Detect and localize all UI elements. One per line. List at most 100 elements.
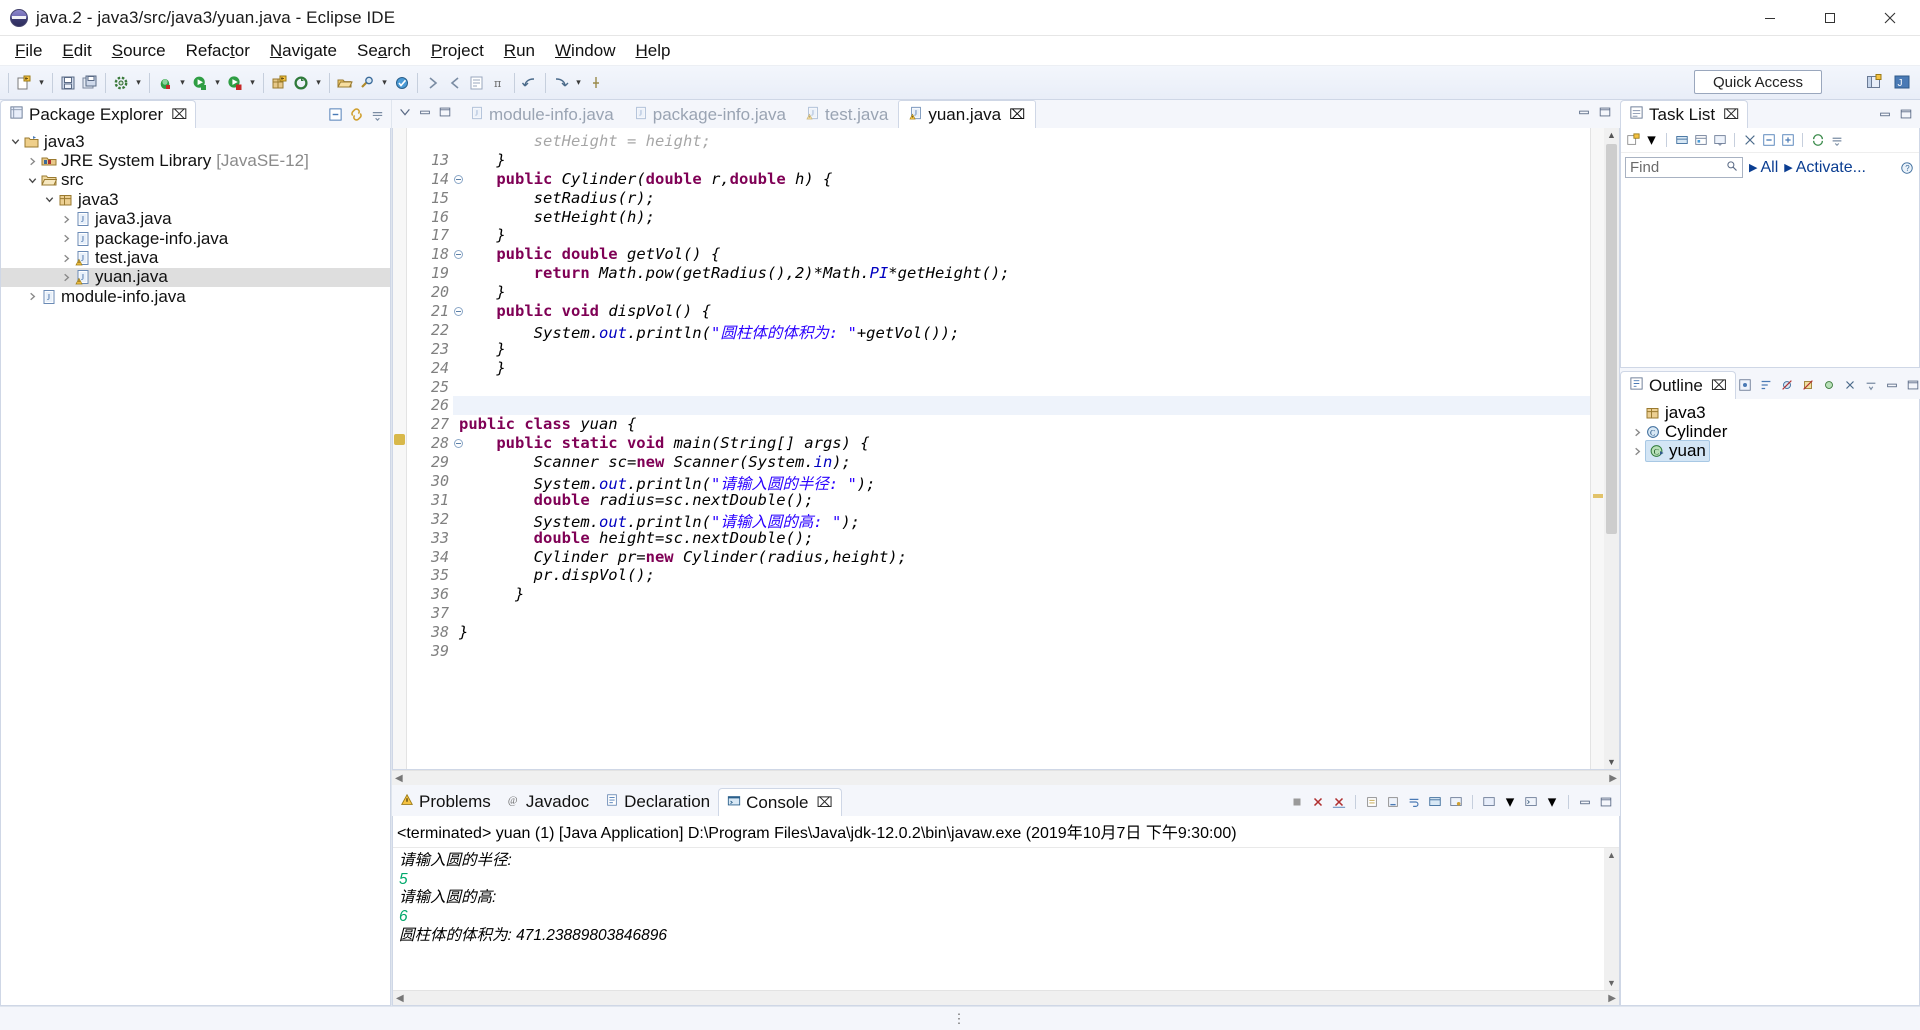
menu-help[interactable]: Help xyxy=(626,38,679,64)
run-coverage-dropdown-icon[interactable]: ▾ xyxy=(246,70,259,96)
code-line[interactable]: pr.dispVol(); xyxy=(453,566,1590,585)
code-line[interactable]: public double getVol() { xyxy=(453,245,1590,264)
search-icon[interactable] xyxy=(356,70,378,96)
code-line[interactable]: public static void main(String[] args) { xyxy=(453,434,1590,453)
tree-item-java3-java[interactable]: Jjava3.java xyxy=(1,209,390,229)
external-tools-dropdown-icon[interactable]: ▾ xyxy=(312,70,325,96)
outline-item-yuan[interactable]: Cyuan xyxy=(1621,440,1919,463)
code-editor[interactable]: 13 14 15 16 17 18 19 20 21 22 23 24 25 26 27 28 29 30 31 32… xyxy=(392,128,1620,770)
tree-item-jre-system-library[interactable]: JRE System Library [JavaSE-12] xyxy=(1,151,390,170)
remove-all-terminated-icon[interactable] xyxy=(1330,793,1348,811)
code-line[interactable]: } xyxy=(453,585,1590,604)
open-console-icon[interactable] xyxy=(1522,793,1540,811)
editor-tab-package-info-java[interactable]: Jpackage-info.java xyxy=(624,102,796,128)
chevron-right-icon[interactable] xyxy=(58,272,74,283)
focus-icon[interactable] xyxy=(1741,131,1758,149)
code-line[interactable]: double radius=sc.nextDouble(); xyxy=(453,491,1590,510)
show-console-on-output-icon[interactable] xyxy=(1426,793,1444,811)
code-line[interactable]: setHeight(h); xyxy=(453,208,1590,227)
menu-file[interactable]: File xyxy=(6,38,51,64)
menu-project[interactable]: Project xyxy=(422,38,493,64)
categorize-icon[interactable] xyxy=(1673,131,1690,149)
outline-item-java3[interactable]: java3 xyxy=(1621,403,1919,422)
chevron-down-icon[interactable] xyxy=(7,136,23,147)
search-icon[interactable] xyxy=(1726,159,1738,176)
terminate-icon[interactable] xyxy=(1288,793,1306,811)
hide-fields-icon[interactable] xyxy=(1778,376,1796,394)
outline-tree[interactable]: java3 C Cylinder Cyuan xyxy=(1620,399,1920,1006)
tree-item-module-info-java[interactable]: Jmodule-info.java xyxy=(1,287,390,306)
menu-search[interactable]: Search xyxy=(348,38,420,64)
bottom-tab-declaration[interactable]: Declaration xyxy=(597,788,718,816)
code-line[interactable]: } xyxy=(453,226,1590,245)
tree-item-java3[interactable]: java3 xyxy=(1,190,390,209)
scroll-lock-icon[interactable] xyxy=(1384,793,1402,811)
tree-item-java3[interactable]: java3 xyxy=(1,132,390,151)
code-line[interactable] xyxy=(453,378,1590,397)
minimize-icon[interactable] xyxy=(1876,105,1894,123)
display-selected-console-icon[interactable] xyxy=(1480,793,1498,811)
filter-all-button[interactable]: ▶ All xyxy=(1749,159,1778,177)
task-view-menu-icon[interactable] xyxy=(1828,131,1845,149)
previous-annotation-icon[interactable] xyxy=(444,70,466,96)
editor-horizontal-scrollbar[interactable]: ◀ ▶ xyxy=(392,770,1620,785)
maximize-icon[interactable] xyxy=(1904,376,1920,394)
quick-access-field[interactable]: Quick Access xyxy=(1694,70,1822,94)
build-icon[interactable] xyxy=(110,70,132,96)
package-explorer-tree[interactable]: java3 JRE System Library [JavaSE-12] src jav… xyxy=(0,128,391,1006)
close-icon[interactable]: ⌧ xyxy=(1723,106,1739,123)
minimize-icon[interactable] xyxy=(1883,376,1901,394)
new-wizard-dropdown-icon[interactable]: ▾ xyxy=(35,70,48,96)
maximize-icon[interactable] xyxy=(1897,105,1915,123)
tab-package-explorer[interactable]: Package Explorer ⌧ xyxy=(0,100,197,128)
code-line[interactable]: Scanner sc=new Scanner(System.in); xyxy=(453,453,1590,472)
open-task-icon[interactable] xyxy=(391,70,413,96)
back-icon[interactable] xyxy=(519,70,541,96)
next-annotation-icon[interactable] xyxy=(422,70,444,96)
new-task-dropdown-icon[interactable]: ▾ xyxy=(1643,130,1660,149)
code-line[interactable]: Cylinder pr=new Cylinder(radius,height); xyxy=(453,548,1590,567)
bottom-tab-console[interactable]: Console ⌧ xyxy=(718,788,842,816)
close-icon[interactable]: ⌧ xyxy=(171,106,187,123)
code-line[interactable]: } xyxy=(453,283,1590,302)
tab-task-list[interactable]: Task List ⌧ xyxy=(1620,100,1749,128)
editor-annotation-ruler[interactable] xyxy=(393,128,407,769)
open-console-dropdown-icon[interactable]: ▾ xyxy=(1543,792,1561,811)
editor-tab-test-java[interactable]: Jtest.java xyxy=(796,102,898,128)
minimize-button[interactable] xyxy=(1740,0,1800,36)
new-task-icon[interactable] xyxy=(1624,131,1641,149)
last-edit-location-icon[interactable] xyxy=(466,70,488,96)
code-line[interactable]: } xyxy=(453,623,1590,642)
synchronize-icon[interactable] xyxy=(1809,131,1826,149)
display-console-dropdown-icon[interactable]: ▾ xyxy=(1501,792,1519,811)
debug-icon[interactable] xyxy=(154,70,176,96)
run-dropdown-icon[interactable]: ▾ xyxy=(211,70,224,96)
outline-view-menu-icon[interactable] xyxy=(1862,376,1880,394)
menu-source[interactable]: Source xyxy=(103,38,175,64)
help-icon[interactable]: ? xyxy=(1898,159,1915,177)
new-java-package-icon[interactable] xyxy=(268,70,290,96)
chevron-right-icon[interactable] xyxy=(24,291,40,302)
search-input[interactable]: Find xyxy=(1625,157,1743,178)
overview-ruler[interactable] xyxy=(1590,128,1604,769)
sort-icon[interactable] xyxy=(1757,376,1775,394)
chevron-right-icon[interactable] xyxy=(24,156,40,167)
code-line[interactable]: } xyxy=(453,359,1590,378)
presentation-icon[interactable] xyxy=(1711,131,1728,149)
bottom-tab-problems[interactable]: Problems xyxy=(392,788,499,816)
clear-console-icon[interactable] xyxy=(1363,793,1381,811)
code-line[interactable]: System.out.println("圆柱体的体积为: "+getVol())… xyxy=(453,321,1590,342)
maximize-icon[interactable] xyxy=(438,104,452,124)
menu-navigate[interactable]: Navigate xyxy=(261,38,346,64)
run-icon[interactable] xyxy=(189,70,211,96)
schedule-icon[interactable] xyxy=(1692,131,1709,149)
view-menu-icon[interactable] xyxy=(398,104,412,124)
tree-item-src[interactable]: src xyxy=(1,170,390,190)
link-with-editor-icon[interactable] xyxy=(347,105,365,123)
code-text-area[interactable]: setHeight = height; } public Cylinder(do… xyxy=(453,128,1590,769)
code-line[interactable]: public void dispVol() { xyxy=(453,302,1590,321)
build-dropdown-icon[interactable]: ▾ xyxy=(132,70,145,96)
code-line[interactable]: } xyxy=(453,151,1590,170)
hide-static-icon[interactable] xyxy=(1799,376,1817,394)
open-perspective-icon[interactable] xyxy=(1862,70,1886,94)
